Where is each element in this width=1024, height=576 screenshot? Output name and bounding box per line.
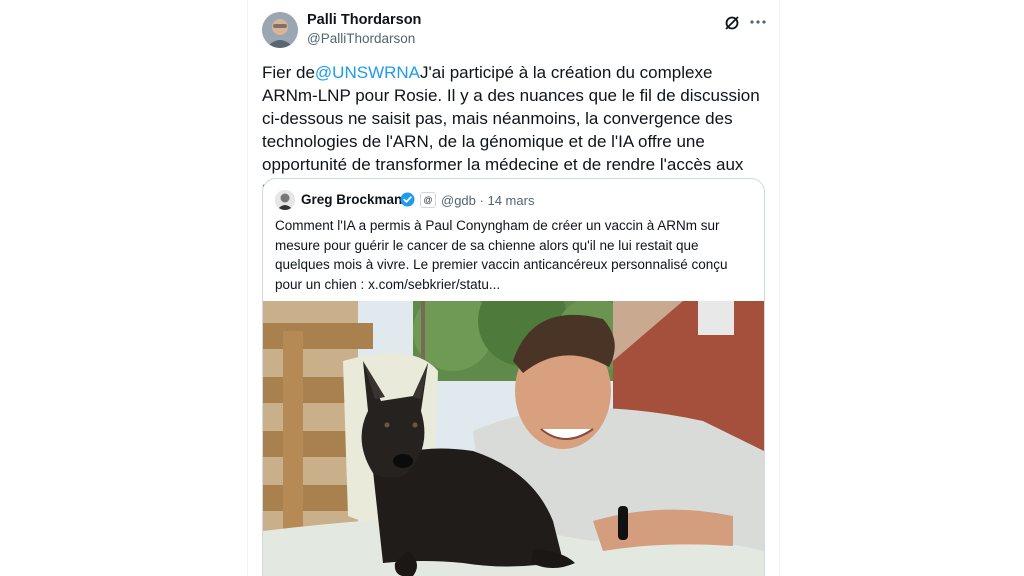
quote-author-name[interactable]: Greg Brockman xyxy=(301,192,402,207)
quote-date[interactable]: 14 mars xyxy=(487,193,534,208)
tweet-card[interactable]: Palli Thordarson @PalliThordarson Fier d… xyxy=(247,0,780,576)
grok-slash-icon[interactable] xyxy=(723,14,741,32)
affiliate-badge-icon: @ xyxy=(420,192,436,208)
verified-badge-icon xyxy=(400,192,415,207)
quote-author-handle[interactable]: @gdb xyxy=(441,193,476,208)
meta-separator: · xyxy=(479,193,484,208)
author-avatar[interactable] xyxy=(262,12,298,48)
more-dots-icon[interactable] xyxy=(748,12,768,32)
quoted-tweet[interactable]: Greg Brockman @ @gdb · 14 mars Comment l… xyxy=(262,178,765,576)
mention-link[interactable]: @UNSWRNA xyxy=(315,63,420,82)
tweet-text-rest: J'ai participé à la création du complexe… xyxy=(262,63,760,197)
author-handle[interactable]: @PalliThordarson xyxy=(307,31,415,46)
quote-author-avatar[interactable] xyxy=(275,190,295,210)
tweet-text-start: Fier de xyxy=(262,63,315,82)
quote-text: Comment l'IA a permis à Paul Conyngham d… xyxy=(275,218,728,292)
quote-meta: @gdb · 14 mars xyxy=(441,193,534,208)
quote-photo[interactable] xyxy=(263,276,764,576)
author-name[interactable]: Palli Thordarson xyxy=(307,12,421,28)
